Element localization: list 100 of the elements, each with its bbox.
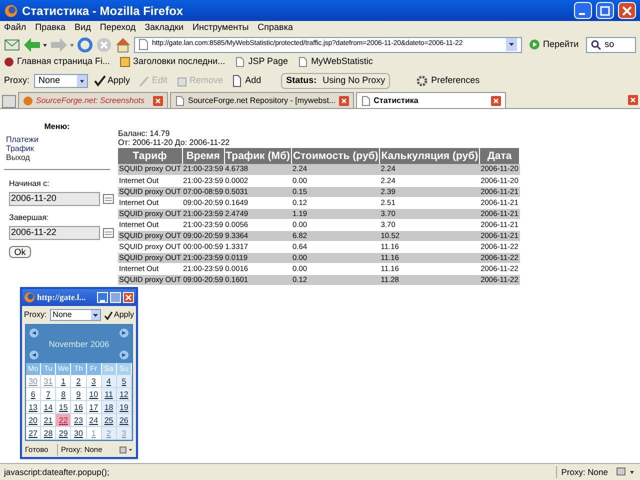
double-right-arrow-icon[interactable] bbox=[119, 328, 129, 338]
browser-tab[interactable]: SourceForge.net: Screenshots bbox=[18, 92, 168, 108]
calendar-day[interactable]: 29 bbox=[56, 427, 72, 440]
dropdown-icon[interactable] bbox=[506, 38, 517, 51]
calendar-day[interactable]: 6 bbox=[26, 388, 42, 401]
status-value: Using No Proxy bbox=[322, 74, 386, 88]
menu-item[interactable]: Вид bbox=[74, 21, 91, 35]
calendar-day[interactable]: 9 bbox=[71, 388, 87, 401]
date-field[interactable]: 2006-11-20 bbox=[9, 192, 100, 206]
calendar-day[interactable]: 23 bbox=[71, 414, 87, 427]
calendar-day[interactable]: 15 bbox=[56, 401, 72, 414]
calendar-icon[interactable] bbox=[103, 194, 114, 204]
calendar-day[interactable]: 27 bbox=[26, 427, 42, 440]
nav-link[interactable]: Платежи bbox=[6, 135, 114, 144]
search-field[interactable]: so bbox=[586, 36, 636, 52]
toolbar-button[interactable]: Add bbox=[229, 74, 264, 88]
close-button[interactable] bbox=[618, 2, 636, 19]
calendar-day[interactable]: 2 bbox=[71, 375, 87, 388]
page-icon[interactable] bbox=[139, 39, 148, 50]
calendar-day[interactable]: 3 bbox=[86, 375, 102, 388]
menu-item[interactable]: Закладки bbox=[144, 21, 184, 35]
globe-icon[interactable] bbox=[24, 292, 35, 303]
calendar-day[interactable]: 20 bbox=[26, 414, 42, 427]
right-arrow-icon[interactable] bbox=[119, 350, 129, 360]
column-header: Время bbox=[182, 148, 224, 164]
dropdown-icon[interactable] bbox=[76, 75, 87, 87]
calendar-day[interactable]: 5 bbox=[116, 375, 132, 388]
calendar-day[interactable]: 11 bbox=[102, 388, 117, 401]
circle-icon[interactable] bbox=[4, 57, 14, 67]
check-icon[interactable] bbox=[104, 310, 113, 320]
bookmark-item[interactable]: Главная страница Fi... bbox=[4, 55, 110, 69]
page-icon[interactable] bbox=[235, 57, 246, 67]
calendar-day[interactable]: 18 bbox=[102, 401, 117, 414]
field-label: Завершая: bbox=[8, 212, 50, 224]
date-field[interactable]: 2006-11-22 bbox=[9, 226, 100, 240]
page-icon[interactable] bbox=[231, 75, 244, 87]
proxy-label: Proxy: bbox=[24, 309, 47, 321]
check-icon[interactable] bbox=[94, 75, 106, 87]
menu-item[interactable]: Инструменты bbox=[192, 21, 249, 35]
proxy-status: Proxy: None bbox=[556, 466, 608, 478]
close-icon[interactable] bbox=[490, 96, 501, 106]
calendar-day[interactable]: 8 bbox=[56, 388, 72, 401]
menu-item[interactable]: Переход bbox=[100, 21, 136, 35]
calendar-day[interactable]: 17 bbox=[86, 401, 102, 414]
browser-tab[interactable]: Статистика bbox=[356, 92, 506, 108]
menu-item[interactable]: Справка bbox=[258, 21, 293, 35]
calendar-day[interactable]: 1 bbox=[56, 375, 72, 388]
calendar-day[interactable]: 25 bbox=[102, 414, 117, 427]
calendar-day[interactable]: 26 bbox=[116, 414, 132, 427]
apply-button[interactable]: Apply bbox=[104, 309, 134, 321]
calendar-day[interactable]: 7 bbox=[41, 388, 56, 401]
calendar-day[interactable]: 21 bbox=[41, 414, 56, 427]
maximize-button[interactable] bbox=[596, 2, 614, 19]
close-icon[interactable] bbox=[622, 6, 632, 16]
calendar-day[interactable]: 14 bbox=[41, 401, 56, 414]
bookmark-item[interactable]: MyWebStatistic bbox=[298, 55, 373, 69]
calendar-day[interactable]: 22 bbox=[56, 414, 72, 427]
page-icon[interactable] bbox=[360, 96, 371, 106]
minimize-button[interactable] bbox=[97, 292, 108, 303]
calendar-day[interactable]: 16 bbox=[71, 401, 87, 414]
double-left-arrow-icon[interactable] bbox=[29, 328, 39, 338]
search-icon[interactable] bbox=[590, 40, 601, 50]
browser-tab[interactable]: SourceForge.net Repository - [mywebst... bbox=[170, 92, 354, 108]
calendar-day[interactable]: 19 bbox=[116, 401, 132, 414]
calendar-day[interactable]: 30 bbox=[71, 427, 87, 440]
column-header: Стоимость (руб) bbox=[291, 148, 380, 164]
calendar-day[interactable]: 28 bbox=[41, 427, 56, 440]
nav-link[interactable]: Трафик bbox=[6, 144, 114, 153]
go-button[interactable]: Перейти bbox=[525, 38, 583, 52]
home-icon[interactable] bbox=[115, 36, 131, 52]
menu-item[interactable]: Файл bbox=[4, 21, 26, 35]
ok-button[interactable]: Ok bbox=[9, 246, 31, 258]
proxy-select[interactable]: None bbox=[50, 309, 101, 321]
page-icon[interactable] bbox=[298, 57, 308, 67]
close-icon[interactable] bbox=[628, 95, 638, 105]
preferences-button[interactable]: Preferences bbox=[416, 74, 480, 88]
nav-link[interactable]: Выход bbox=[6, 153, 114, 162]
maximize-icon[interactable] bbox=[600, 6, 610, 16]
dropdown-icon[interactable] bbox=[90, 310, 100, 320]
column-header: Тариф bbox=[118, 148, 182, 164]
mail-icon[interactable] bbox=[4, 38, 20, 52]
proxy-select[interactable]: None bbox=[34, 74, 88, 88]
calendar-day[interactable]: 13 bbox=[26, 401, 42, 414]
calendar-day[interactable]: 4 bbox=[102, 375, 117, 388]
bookmark-item[interactable]: Заголовки последни... bbox=[120, 55, 226, 69]
calendar-icon[interactable] bbox=[103, 228, 114, 238]
close-icon[interactable] bbox=[153, 96, 163, 106]
bookmark-item[interactable]: JSP Page bbox=[235, 55, 288, 69]
close-icon[interactable] bbox=[338, 96, 349, 106]
back-arrow-icon[interactable] bbox=[23, 36, 47, 52]
minimize-button[interactable] bbox=[574, 2, 592, 19]
field-label: Начиная с: bbox=[8, 178, 50, 190]
calendar-day[interactable]: 12 bbox=[116, 388, 132, 401]
page-icon[interactable] bbox=[175, 96, 185, 106]
left-arrow-icon[interactable] bbox=[29, 350, 39, 360]
globe-icon[interactable] bbox=[4, 4, 18, 18]
menu-item[interactable]: Правка bbox=[35, 21, 66, 35]
calendar-day[interactable]: 10 bbox=[86, 388, 102, 401]
calendar-day[interactable]: 24 bbox=[86, 414, 102, 427]
toolbar-button[interactable]: Apply bbox=[92, 74, 132, 88]
